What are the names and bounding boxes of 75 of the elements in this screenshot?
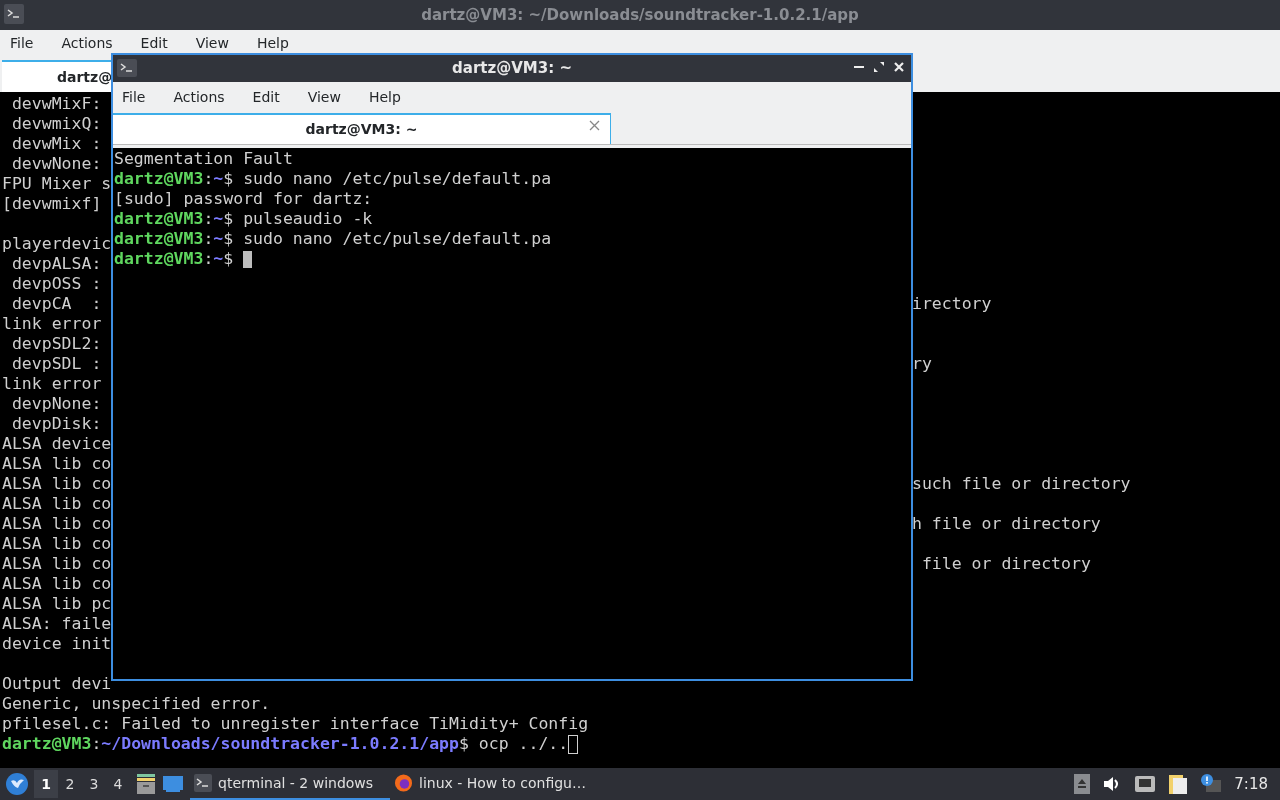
terminal-line: ALSA: faile [2,614,112,633]
terminal-line: Segmentation Fault [114,149,293,169]
terminal-line: [sudo] password for dartz: [114,189,373,209]
maximize-icon[interactable] [873,61,885,73]
terminal-line: devpDisk: [10,414,102,433]
terminal-line: Output devi [2,674,112,693]
menu-item[interactable]: Help [256,32,289,54]
terminal-line: ALSA lib co [2,454,112,473]
taskbar-button[interactable]: linux - How to configu… [390,768,590,800]
terminal-line: FPU Mixer s [2,174,112,193]
terminal-icon [194,774,212,792]
workspace-button[interactable]: 1 [34,770,58,798]
network-icon[interactable] [1134,775,1157,793]
menu-item[interactable]: Actions [61,32,113,54]
eject-icon[interactable] [1074,774,1091,794]
terminal-line: ALSA lib co [2,474,112,493]
notification-icon[interactable] [1200,774,1223,794]
terminal-line: ALSA lib co [2,554,112,573]
terminal-line: Generic, unspecified error. [2,694,271,713]
terminal-line: device init [2,634,112,653]
terminal-line: devpOSS : [10,274,102,293]
workspace-button[interactable]: 2 [58,770,82,798]
terminal-line: irectory [912,294,992,314]
terminal-line: such file or directory [912,474,1131,494]
prompt-line: dartz@VM3:~$ sudo nano /etc/pulse/default.pa [114,169,552,189]
terminal-line: link error [2,314,102,333]
tab[interactable]: dartz@ [2,60,112,92]
browser-icon [394,773,413,793]
menu-item[interactable]: File [122,86,146,108]
terminal-line: h file or directory [912,514,1101,534]
desktop-icon[interactable] [162,774,184,794]
terminal-line: devpNone: [10,394,102,413]
terminal-line: ry [912,354,932,374]
terminal-line: playerdevic [2,234,112,253]
terminal-line: devwMix : [10,134,102,153]
clipboard-icon[interactable] [1168,773,1189,795]
menu-item[interactable]: View [307,86,341,108]
terminal-line: link error [2,374,102,393]
terminal-line: pfilesel.c: Failed to unregister interface TiMidity+ Config [2,714,589,733]
terminal-line: devpCA : [10,294,102,313]
menu-item[interactable]: File [10,32,34,54]
window-title: dartz@VM3: ~/Downloads/soundtracker-1.0.2.1/app [421,4,859,26]
terminal-line: devwNone: [10,154,102,173]
menu-item[interactable]: View [195,32,229,54]
terminal-line: devwmixQ: [10,114,102,133]
prompt-line: dartz@VM3:~/Downloads/soundtracker-1.0.2.1/app$ ocp ../.. [2,734,569,754]
terminal-line: devpSDL : [10,354,102,373]
terminal-line: devpSDL2: [10,334,102,353]
terminal-icon [117,59,137,77]
terminal-line: file or directory [920,554,1091,574]
tab[interactable]: dartz@VM3: ~ [113,113,611,144]
prompt-line: dartz@VM3:~$ [114,249,234,269]
workspace-button[interactable]: 4 [106,770,130,798]
terminal-line: devpALSA: [10,254,102,273]
clock: 7:18 [1234,773,1268,795]
terminal-icon [4,4,24,24]
menu-item[interactable]: Actions [173,86,225,108]
taskbar-button[interactable]: qterminal - 2 windows [190,768,390,800]
terminal-line: [devwmixf] [2,194,102,213]
start-menu-icon[interactable] [5,772,29,796]
terminal-line: ALSA lib co [2,534,112,553]
menu-item[interactable]: Edit [252,86,280,108]
terminal-line: devwMixF: [10,94,102,113]
prompt-line: dartz@VM3:~$ sudo nano /etc/pulse/default.pa [114,229,552,249]
terminal-line: ALSA lib pc [2,594,112,613]
terminal-line: ALSA lib co [2,494,112,513]
terminal-line: ALSA lib co [2,574,112,593]
terminal-line: ALSA device [2,434,112,453]
terminal-line: ALSA lib co [2,514,112,533]
prompt-line: dartz@VM3:~$ pulseaudio -k [114,209,373,229]
window-title: dartz@VM3: ~ [452,58,572,80]
workspace-button[interactable]: 3 [82,770,106,798]
menu-item[interactable]: Edit [140,32,168,54]
file-manager-icon[interactable] [136,773,156,795]
menu-item[interactable]: Help [368,86,401,108]
